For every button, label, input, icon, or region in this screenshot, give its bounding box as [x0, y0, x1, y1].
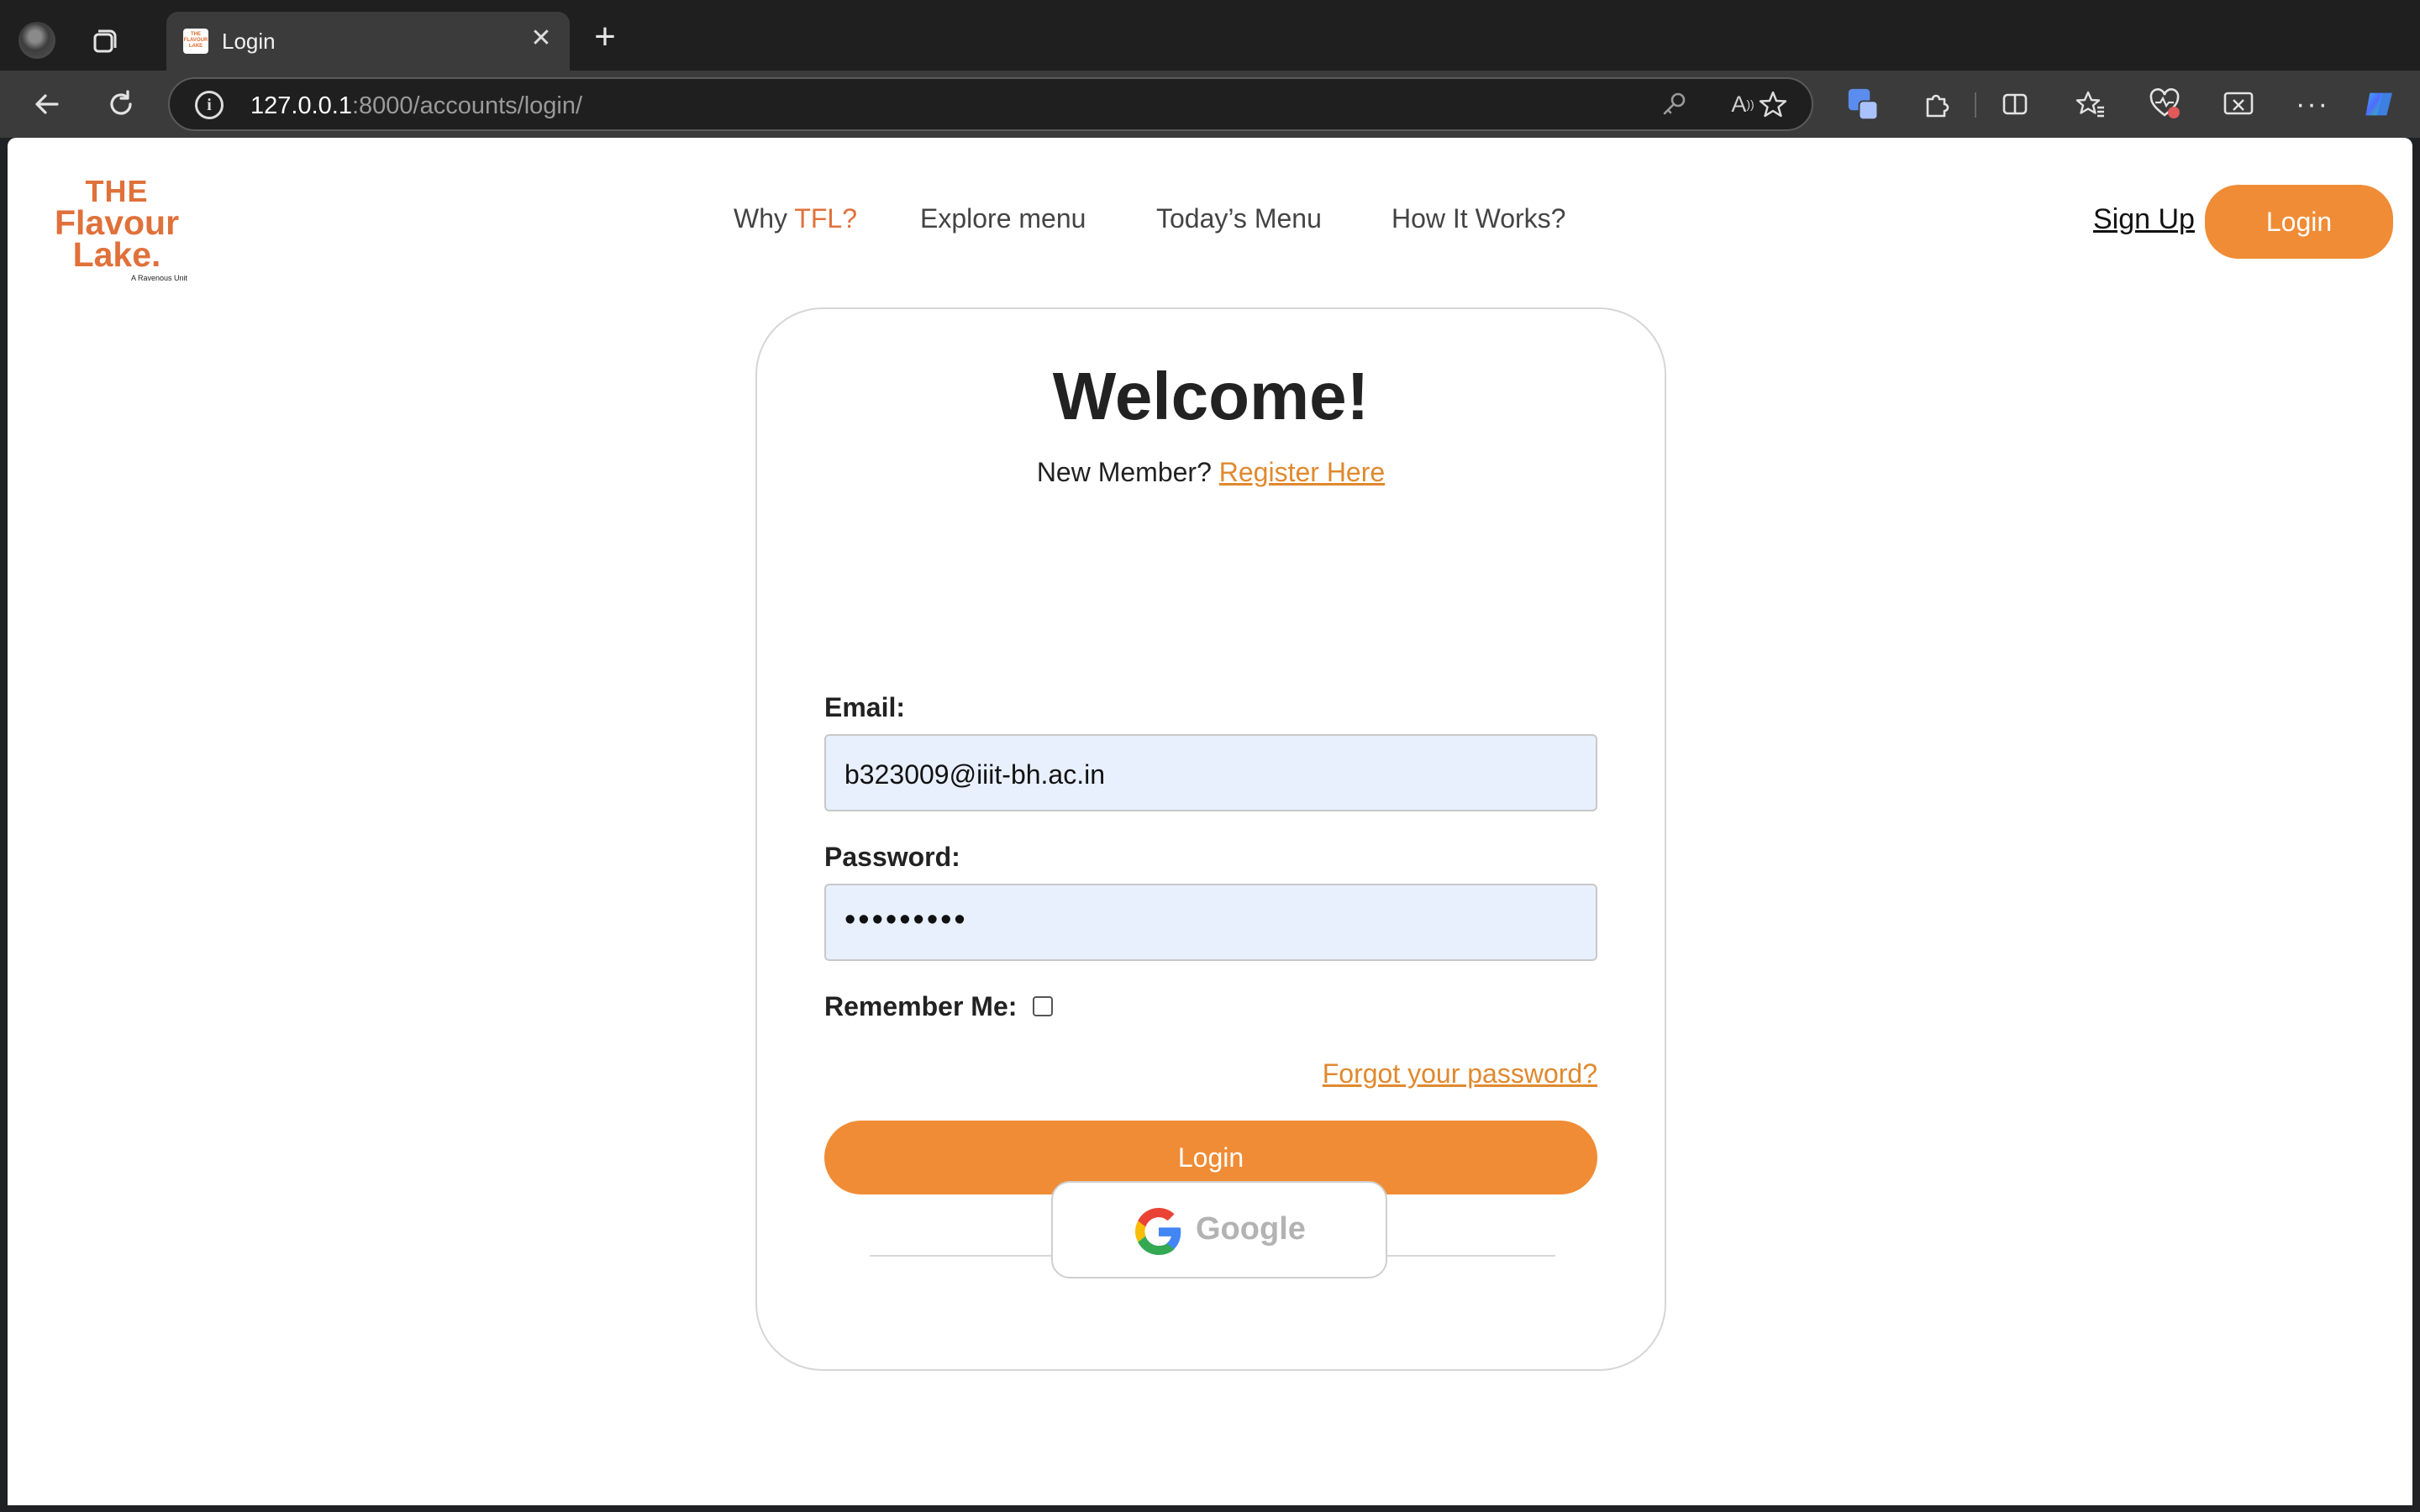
key-icon[interactable] [1657, 87, 1691, 121]
back-icon[interactable] [30, 87, 64, 121]
nav-explore-menu[interactable]: Explore menu [920, 203, 1086, 234]
site-logo[interactable]: THE Flavour Lake. A Ravenous Unit [41, 176, 192, 283]
more-icon[interactable]: ··· [2296, 87, 2329, 121]
nav-how-it-works[interactable]: How It Works? [1392, 203, 1565, 234]
tab-login[interactable]: THE FLAVOUR LAKE Login ✕ [166, 12, 570, 71]
email-label: Email: [824, 692, 906, 722]
favorite-icon[interactable] [1756, 87, 1790, 121]
register-link[interactable]: Register Here [1219, 457, 1385, 487]
new-member-text: New Member? Register Here [1036, 457, 1386, 487]
new-tab-icon[interactable]: + [588, 18, 622, 55]
nav-todays-menu[interactable]: Today’s Menu [1156, 203, 1322, 234]
profile-icon[interactable] [18, 22, 55, 59]
forgot-password-link[interactable]: Forgot your password? [1323, 1058, 1597, 1089]
header-login-button[interactable]: Login [2205, 185, 2393, 259]
extensions-icon[interactable] [1919, 87, 1953, 121]
nav-why-tfl[interactable]: Why TFL? [734, 203, 857, 234]
split-screen-icon[interactable] [1998, 87, 2032, 121]
tab-title: Login [222, 29, 276, 54]
page-title: Welcome! [1052, 359, 1370, 433]
favorites-icon[interactable] [2074, 87, 2107, 121]
sign-up-link[interactable]: Sign Up [2093, 203, 2195, 236]
address-bar[interactable]: i 127.0.0.1:8000/accounts/login/ A)) [168, 77, 1813, 131]
login-card: Welcome! New Member? Register Here Email… [755, 307, 1666, 1371]
google-icon [1135, 1208, 1181, 1255]
tabs-icon[interactable] [87, 25, 119, 57]
password-label: Password: [824, 842, 960, 872]
remember-me-label: Remember Me: [824, 991, 1018, 1021]
site-info-icon[interactable]: i [195, 91, 224, 119]
extension-badge-icon[interactable] [1847, 87, 1881, 121]
toolbar-divider [1975, 92, 1976, 118]
google-signin-button[interactable]: Google [1051, 1181, 1387, 1278]
tab-strip: THE FLAVOUR LAKE Login ✕ + [0, 0, 2420, 71]
google-button-label: Google [1196, 1211, 1306, 1247]
close-icon[interactable]: ✕ [528, 25, 555, 52]
browser-toolbar: i 127.0.0.1:8000/accounts/login/ A)) ··· [0, 71, 2420, 138]
copilot-icon[interactable] [2363, 87, 2396, 121]
screenshot-icon[interactable] [2222, 87, 2255, 121]
password-field[interactable]: ••••••••• [824, 884, 1597, 961]
reload-icon[interactable] [104, 87, 138, 121]
remember-me-checkbox[interactable] [1033, 996, 1053, 1016]
browser-essentials-icon[interactable] [2148, 87, 2181, 121]
read-aloud-icon[interactable]: A)) [1726, 87, 1760, 121]
tab-favicon: THE FLAVOUR LAKE [183, 29, 208, 54]
page: THE Flavour Lake. A Ravenous Unit Why TF… [8, 138, 2412, 1505]
email-field[interactable]: b323009@iiit-bh.ac.in [824, 734, 1597, 811]
url-text[interactable]: 127.0.0.1:8000/accounts/login/ [250, 92, 582, 120]
